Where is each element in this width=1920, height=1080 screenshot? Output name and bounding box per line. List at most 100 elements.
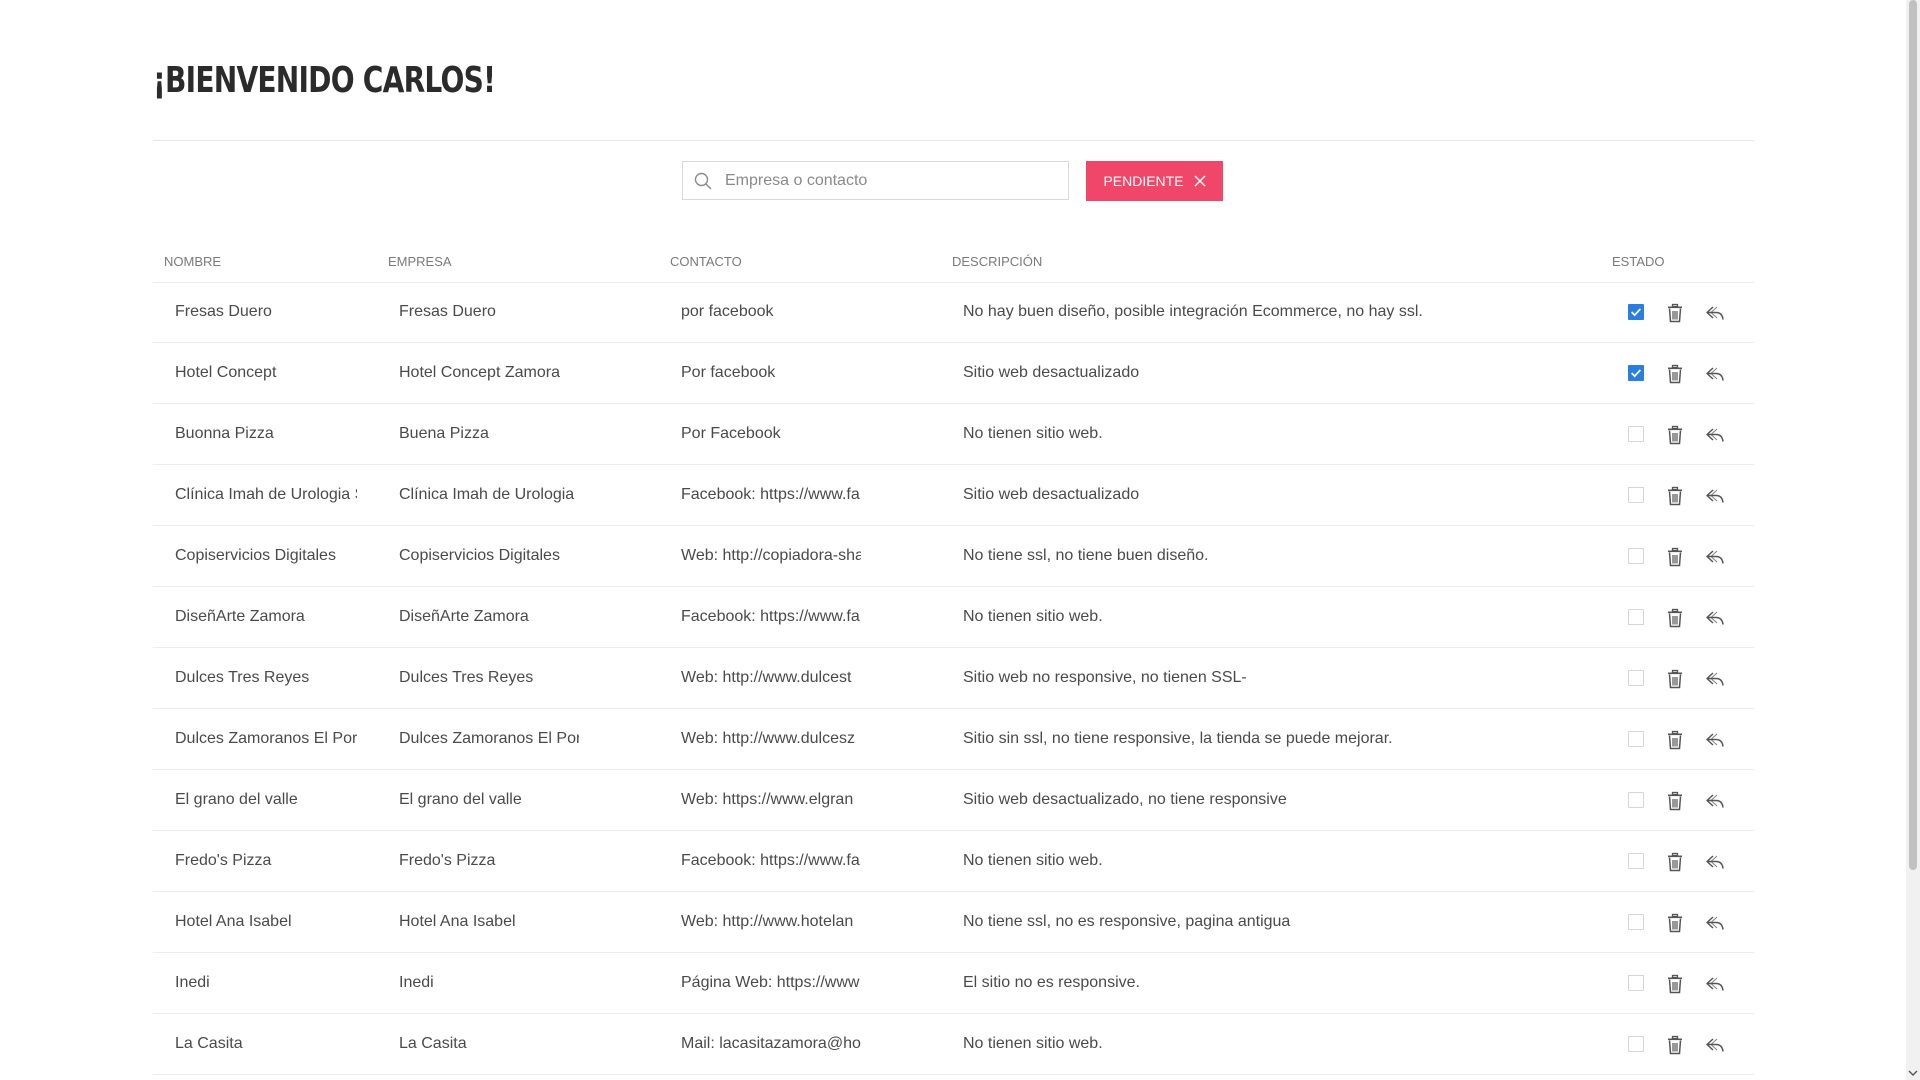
estado-checkbox[interactable] [1628,975,1644,991]
trash-icon[interactable] [1664,302,1686,324]
vertical-scrollbar[interactable] [1906,0,1920,1080]
estado-checkbox[interactable] [1628,731,1644,747]
trash-icon[interactable] [1664,363,1686,385]
table-row[interactable]: Hotel Concept Hotel Concept Zamora Por f… [153,343,1754,404]
estado-checkbox[interactable] [1628,548,1644,564]
estado-checkbox[interactable] [1628,304,1644,320]
estado-checkbox[interactable] [1628,487,1644,503]
reply-icon[interactable] [1704,546,1726,568]
search-icon [694,172,712,189]
table-row[interactable]: Clínica Imah de Urologia S Clínica Imah … [153,465,1754,526]
table-row[interactable]: La Casita La Casita Mail: lacasitazamora… [153,1014,1754,1075]
cell-descripcion: Sitio web no responsive, no tienen SSL- [963,669,1247,686]
table-row[interactable]: Fredo's Pizza Fredo's Pizza Facebook: ht… [153,831,1754,892]
trash-icon[interactable] [1664,729,1686,751]
cell-contacto: Por Facebook [681,425,781,442]
cell-contacto: Por facebook [681,364,776,381]
estado-checkbox[interactable] [1628,914,1644,930]
table-row[interactable]: Dulces Zamoranos El Port Dulces Zamorano… [153,709,1754,770]
trash-icon[interactable] [1664,607,1686,629]
cell-empresa: Fresas Duero [399,303,496,320]
trash-icon[interactable] [1664,912,1686,934]
reply-icon[interactable] [1704,729,1726,751]
cell-empresa: Hotel Concept Zamora [399,364,560,381]
cell-contacto: Mail: lacasitazamora@ho [681,1035,861,1052]
cell-descripcion: Sitio sin ssl, no tiene responsive, la t… [963,730,1393,747]
cell-empresa: Hotel Ana Isabel [399,913,516,930]
cell-empresa: DiseñArte Zamora [399,608,529,625]
cell-empresa: Inedi [399,974,434,991]
search-input[interactable] [723,170,1057,191]
reply-icon[interactable] [1704,1034,1726,1056]
cell-descripcion: No tienen sitio web. [963,1035,1103,1052]
cell-empresa: Copiservicios Digitales [399,547,560,564]
trash-icon[interactable] [1664,424,1686,446]
cell-descripcion: El sitio no es responsive. [963,974,1140,991]
cell-nombre: Fresas Duero [175,303,272,320]
estado-checkbox[interactable] [1628,365,1644,381]
trash-icon[interactable] [1664,1034,1686,1056]
column-empresa[interactable]: EMPRESA [388,254,452,269]
cell-descripcion: No tienen sitio web. [963,608,1103,625]
cell-nombre: Buonna Pizza [175,425,274,442]
estado-checkbox[interactable] [1628,853,1644,869]
table-row[interactable]: Inedi Inedi Página Web: https://www El s… [153,953,1754,1014]
table-row[interactable]: Fresas Duero Fresas Duero por facebook N… [153,282,1754,343]
reply-icon[interactable] [1704,912,1726,934]
cell-contacto: Web: http://www.hotelan [681,913,854,930]
reply-icon[interactable] [1704,363,1726,385]
column-contacto[interactable]: CONTACTO [670,254,742,269]
cell-nombre: Inedi [175,974,210,991]
cell-contacto: Web: http://copiadora-sha [681,547,861,564]
cell-nombre: Dulces Zamoranos El Port [175,730,357,747]
table-row[interactable]: Dulces Tres Reyes Dulces Tres Reyes Web:… [153,648,1754,709]
table-row[interactable]: Hotel Ana Isabel Hotel Ana Isabel Web: h… [153,892,1754,953]
scroll-down-arrow-icon[interactable] [1908,1068,1918,1078]
cell-nombre: Copiservicios Digitales [175,547,336,564]
trash-icon[interactable] [1664,790,1686,812]
cell-contacto: Web: http://www.dulcesz [681,730,855,747]
reply-icon[interactable] [1704,790,1726,812]
table-row[interactable]: Copiservicios Digitales Copiservicios Di… [153,526,1754,587]
cell-contacto: por facebook [681,303,774,320]
reply-icon[interactable] [1704,302,1726,324]
trash-icon[interactable] [1664,973,1686,995]
table-row[interactable]: Buonna Pizza Buena Pizza Por Facebook No… [153,404,1754,465]
check-icon [1631,369,1642,378]
reply-icon[interactable] [1704,607,1726,629]
title-divider [153,140,1754,141]
trash-icon[interactable] [1664,546,1686,568]
reply-icon[interactable] [1704,973,1726,995]
estado-checkbox[interactable] [1628,670,1644,686]
estado-checkbox[interactable] [1628,426,1644,442]
search-box[interactable] [682,161,1069,200]
reply-icon[interactable] [1704,485,1726,507]
cell-nombre: El grano del valle [175,791,298,808]
reply-icon[interactable] [1704,668,1726,690]
trash-icon[interactable] [1664,485,1686,507]
table-row[interactable]: El grano del valle El grano del valle We… [153,770,1754,831]
cell-nombre: Clínica Imah de Urologia S [175,486,357,503]
cell-nombre: Hotel Concept [175,364,277,381]
cell-contacto: Facebook: https://www.fa [681,608,860,625]
cell-descripcion: No tienen sitio web. [963,852,1103,869]
table-row[interactable]: DiseñArte Zamora DiseñArte Zamora Facebo… [153,587,1754,648]
cell-contacto: Web: http://www.dulcest [681,669,852,686]
pending-filter-chip[interactable]: PENDIENTE [1086,161,1223,201]
column-estado[interactable]: ESTADO [1612,254,1665,269]
column-nombre[interactable]: NOMBRE [164,254,221,269]
column-descripcion[interactable]: DESCRIPCIÓN [952,254,1042,269]
estado-checkbox[interactable] [1628,1036,1644,1052]
check-icon [1631,308,1642,317]
close-icon[interactable] [1194,175,1206,187]
table-body: Fresas Duero Fresas Duero por facebook N… [153,282,1754,1075]
scrollbar-thumb[interactable] [1909,0,1917,870]
estado-checkbox[interactable] [1628,609,1644,625]
trash-icon[interactable] [1664,851,1686,873]
trash-icon[interactable] [1664,668,1686,690]
reply-icon[interactable] [1704,851,1726,873]
cell-empresa: Clínica Imah de Urologia S [399,486,579,503]
cell-nombre: DiseñArte Zamora [175,608,305,625]
estado-checkbox[interactable] [1628,792,1644,808]
reply-icon[interactable] [1704,424,1726,446]
